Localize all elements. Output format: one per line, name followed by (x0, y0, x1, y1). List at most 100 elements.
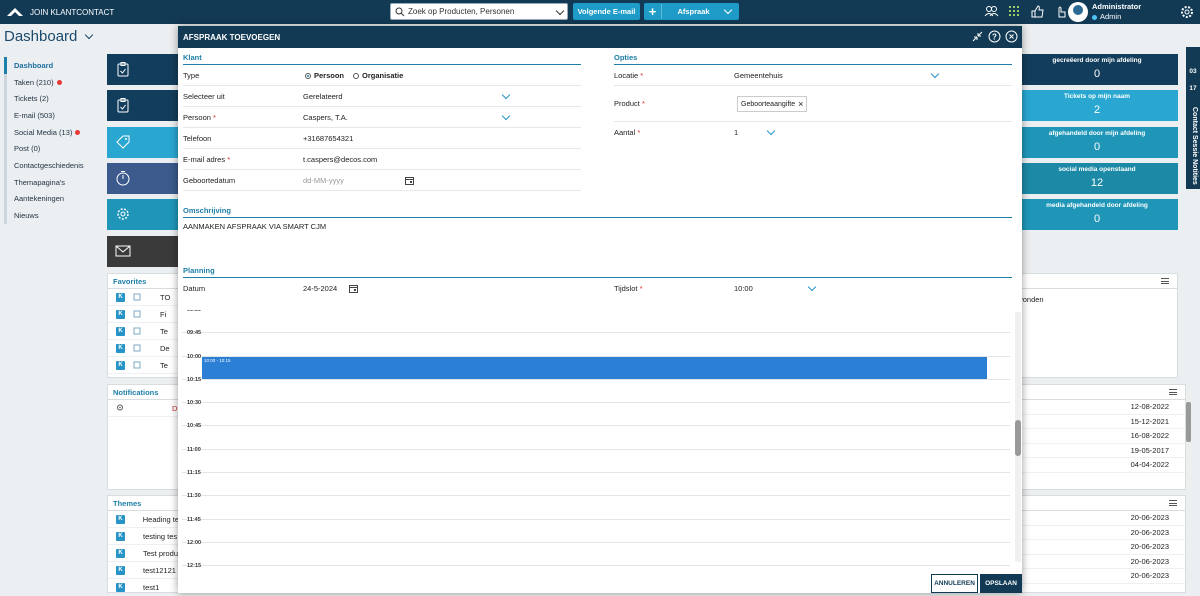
calendar-icon[interactable] (349, 284, 358, 293)
aantal-select[interactable]: 1 (734, 128, 738, 137)
type-organisatie-label: Organisatie (362, 70, 404, 80)
dashboard-tile[interactable] (107, 199, 182, 230)
brand[interactable]: JOIN KLANTCONTACT (6, 6, 114, 18)
appointment-event[interactable]: 10:00 - 10:15 (202, 357, 987, 379)
notifications-scrollbar[interactable] (1186, 392, 1191, 489)
contacts-icon[interactable] (984, 4, 999, 19)
chevron-down-icon[interactable] (807, 282, 817, 292)
tijdslot-select[interactable]: 10:00 (734, 284, 753, 293)
cancel-button[interactable]: ANNULEREN (931, 574, 978, 593)
stat-value: 2 (1093, 104, 1101, 116)
email-field[interactable]: t.caspers@decos.com (303, 155, 377, 164)
theme-item[interactable]: K Heading te (108, 511, 178, 528)
datum-field[interactable]: 24-5-2024 (303, 284, 337, 293)
menu-icon[interactable] (1169, 500, 1177, 506)
product-chip[interactable]: Geboorteaangifte × (737, 96, 808, 112)
calendar-timeline[interactable]: 09:30 09:45 10:00 10:15 10:30 10:45 11:00 11:15… (182, 310, 1010, 572)
theme-item[interactable]: Ktest12121 (108, 562, 178, 579)
dashboard-tile[interactable] (107, 90, 182, 121)
remove-icon[interactable]: × (798, 99, 803, 109)
time-slot[interactable]: 11:15 (182, 470, 1010, 497)
k-badge-icon: K (116, 360, 125, 370)
time-slot[interactable]: 12:00 (182, 539, 1010, 567)
menu-icon[interactable] (1161, 278, 1169, 284)
sidebar-item-2[interactable]: Tickets (2) (4, 90, 99, 108)
menu-icon[interactable] (1169, 389, 1177, 395)
dashboard-tile[interactable] (107, 236, 182, 267)
afspraak-button[interactable]: + Afspraak (644, 3, 739, 20)
thumbs-up-icon[interactable] (1030, 4, 1045, 19)
chevron-down-icon[interactable] (84, 30, 93, 40)
time-slot[interactable]: 12:15 (182, 563, 1010, 572)
favorites-title: Favorites (108, 274, 178, 289)
stat-card[interactable]: social media openstaand 12 (1016, 163, 1178, 194)
dashboard-tile[interactable] (107, 127, 182, 158)
contact-session-notes-tab[interactable]: 03 17 Contact Sessie Notities (1186, 47, 1200, 189)
selecteer-select[interactable]: Gerelateerd (303, 92, 343, 101)
k-badge-icon: K (116, 582, 125, 592)
stat-card[interactable]: afgehandeld door mijn afdeling 0 (1016, 127, 1178, 158)
theme-item[interactable]: Ktesting tes (108, 528, 178, 545)
search-input[interactable]: Zoek op Producten, Personen (390, 3, 568, 20)
time-slot[interactable]: 09:30 (182, 310, 1010, 334)
theme-item[interactable]: Ktest1 (108, 579, 178, 596)
telefoon-field[interactable]: +31687654321 (303, 134, 353, 143)
stat-card[interactable]: gecreëerd door mijn afdeling 0 (1016, 54, 1178, 85)
type-persoon-radio[interactable]: Persoon (305, 71, 344, 80)
time-slot[interactable]: 11:45 (182, 516, 1010, 543)
favorite-item[interactable]: K TO (108, 289, 178, 306)
calendar-icon[interactable] (405, 176, 414, 185)
time-slot[interactable]: 10:45 (182, 423, 1010, 450)
chevron-down-icon[interactable] (501, 111, 511, 121)
favorite-item[interactable]: K De (108, 340, 178, 357)
sidebar-item-label: Dashboard (14, 60, 54, 70)
time-slot[interactable]: 09:45 (182, 330, 1010, 357)
chevron-down-icon[interactable] (766, 126, 776, 136)
theme-item[interactable]: K Test produ (108, 545, 178, 562)
close-icon[interactable] (1005, 30, 1018, 43)
chevron-down-icon[interactable] (555, 6, 565, 16)
favorite-item[interactable]: K Te (108, 323, 178, 340)
geboortedatum-field[interactable]: dd-MM-yyyy (303, 176, 344, 185)
sidebar-item-5[interactable]: Post (0) (4, 140, 99, 158)
collapse-icon[interactable] (971, 30, 984, 43)
favorites-right-text: vonden (1019, 295, 1044, 304)
dashboard-tile[interactable] (107, 163, 182, 194)
sidebar-item-1[interactable]: Taken (210) (4, 73, 99, 91)
user-menu[interactable]: Administrator Admin (1068, 2, 1141, 22)
help-icon[interactable]: ? (988, 30, 1001, 43)
notification-row[interactable]: D (108, 400, 178, 417)
omschrijving-textarea[interactable]: AANMAKEN AFSPRAAK VIA SMART CJM (183, 222, 1012, 264)
hand-pointer-icon[interactable] (1053, 4, 1068, 19)
stat-card[interactable]: media afgehandeld door afdeling 0 (1016, 199, 1178, 230)
chevron-down-icon[interactable] (723, 5, 733, 15)
chevron-down-icon[interactable] (501, 90, 511, 100)
sidebar: Dashboard Taken (210) Tickets (2) E-mail (5… (4, 57, 99, 224)
grid-icon[interactable] (1007, 4, 1022, 19)
stat-value: 0 (1093, 141, 1101, 153)
save-button[interactable]: OPSLAAN (980, 574, 1022, 593)
type-organisatie-radio[interactable]: Organisatie (353, 71, 403, 80)
next-email-button[interactable]: Volgende E-mail (573, 3, 640, 20)
sidebar-item-9[interactable]: Nieuws (4, 207, 99, 224)
sidebar-item-0[interactable]: Dashboard (4, 57, 99, 74)
time-slot[interactable]: 10:15 (182, 376, 1010, 404)
time-slot[interactable]: 11:30 (182, 493, 1010, 520)
stat-card[interactable]: Tickets op mijn naam 2 (1016, 90, 1178, 121)
favorite-item[interactable]: K Fi (108, 306, 178, 323)
calendar-scrollbar[interactable] (1015, 312, 1021, 562)
gear-icon[interactable] (1179, 4, 1195, 20)
sidebar-item-4[interactable]: Social Media (13) (4, 123, 99, 141)
dashboard-tile[interactable] (107, 54, 182, 85)
page-title[interactable]: Dashboard (4, 28, 93, 45)
chevron-down-icon[interactable] (930, 69, 940, 79)
sidebar-item-7[interactable]: Themapagina's (4, 173, 99, 191)
favorite-item[interactable]: K Te (108, 357, 178, 374)
persoon-select[interactable]: Caspers, T.A. (303, 113, 348, 122)
time-slot[interactable]: 11:00 (182, 446, 1010, 474)
sidebar-item-8[interactable]: Aantekeningen (4, 190, 99, 208)
time-slot[interactable]: 10:30 (182, 400, 1010, 427)
locatie-select[interactable]: Gemeentehuis (734, 71, 783, 80)
sidebar-item-3[interactable]: E-mail (503) (4, 107, 99, 124)
sidebar-item-6[interactable]: Contactgeschiedenis (4, 157, 99, 174)
